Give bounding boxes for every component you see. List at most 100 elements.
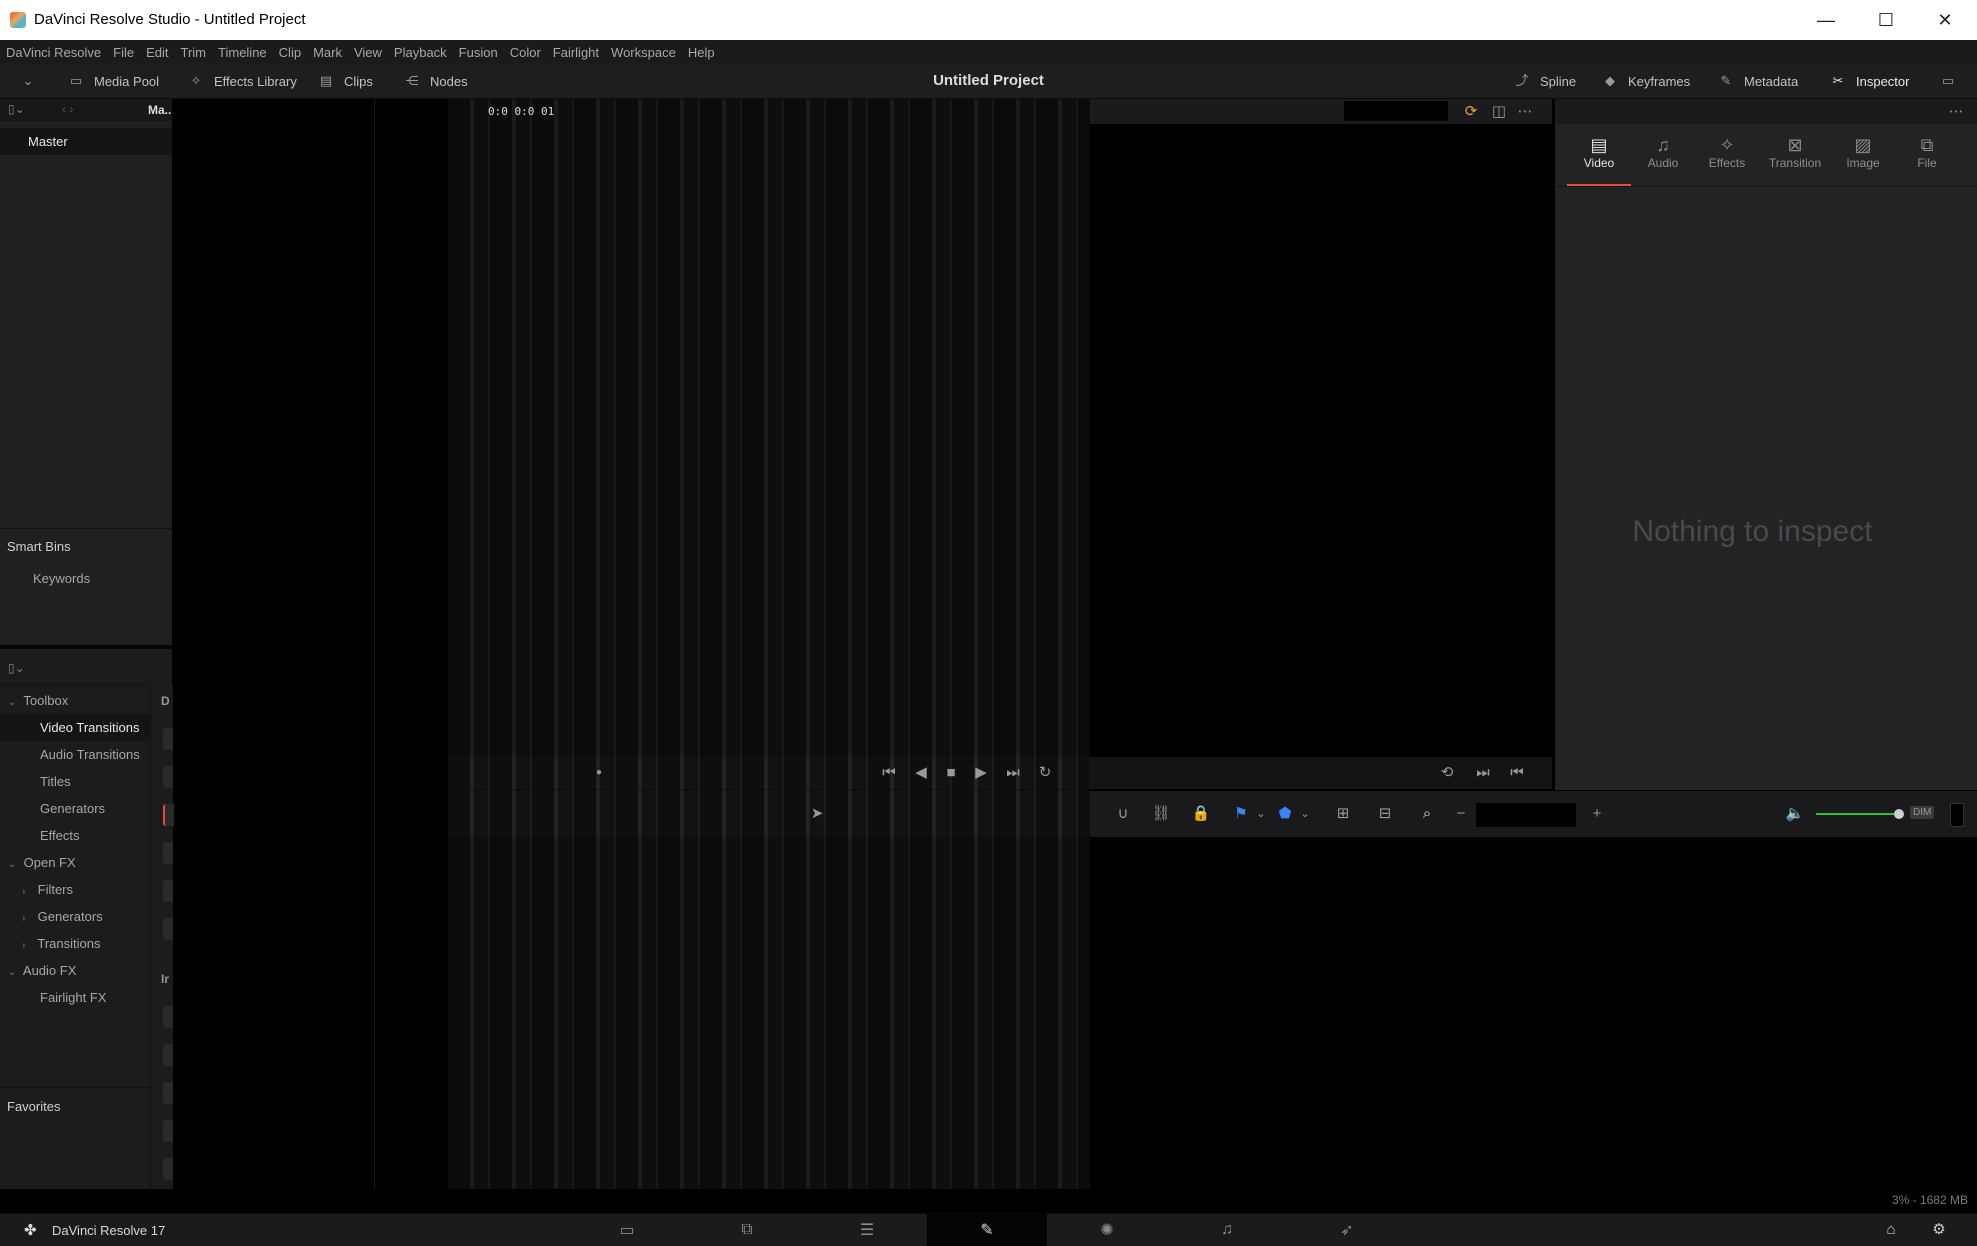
zoom-field[interactable]	[1344, 101, 1448, 121]
link-icon[interactable]: ⛓	[1148, 801, 1174, 827]
keyframes-button[interactable]: ◆ Keyframes	[1600, 64, 1690, 98]
refresh-icon[interactable]: ⟳	[1458, 99, 1484, 125]
zoom-detail-icon[interactable]: ⊟	[1372, 801, 1398, 827]
inspector-button[interactable]: ✂ Inspector	[1828, 64, 1910, 98]
effect-thumb[interactable]	[163, 880, 173, 902]
chevron-down-icon[interactable]: ⌄	[1292, 801, 1318, 827]
menu-help[interactable]: Help	[682, 45, 721, 60]
prev-frame-icon[interactable]: ⏮	[1504, 760, 1530, 786]
tree-filters[interactable]: › Filters	[0, 876, 172, 903]
menu-fairlight[interactable]: Fairlight	[547, 45, 605, 60]
effect-thumb[interactable]	[163, 1044, 173, 1066]
metadata-button[interactable]: ✎ Metadata	[1716, 64, 1799, 98]
more-options-icon[interactable]: ⋯	[1943, 99, 1969, 125]
toolbar-dropdown[interactable]: ⌄	[18, 64, 46, 98]
menu-davinci-resolve[interactable]: DaVinci Resolve	[0, 45, 107, 60]
effects-library-label: Effects Library	[214, 73, 297, 89]
zoom-custom-icon[interactable]: ⌕	[1414, 801, 1440, 827]
pointer-tool-icon[interactable]: ➤	[804, 801, 830, 827]
speaker-icon[interactable]: 🔈	[1782, 801, 1808, 827]
panel-toggle-icon[interactable]: ▯⌄	[8, 661, 25, 675]
media-pool-button[interactable]: ▭ Media Pool	[66, 64, 159, 98]
menu-trim[interactable]: Trim	[175, 45, 213, 60]
gear-icon[interactable]: ⚙	[1926, 1217, 1952, 1243]
effect-thumb[interactable]	[163, 766, 173, 788]
page-edit[interactable]: ☰	[807, 1214, 927, 1246]
tab-transition[interactable]: ⊠ Transition	[1759, 134, 1831, 184]
volume-slider[interactable]	[1816, 813, 1898, 815]
more-options-icon[interactable]: ⋯	[1512, 99, 1538, 125]
effect-thumb[interactable]	[163, 842, 173, 864]
menu-playback[interactable]: Playback	[388, 45, 453, 60]
menu-view[interactable]: View	[348, 45, 388, 60]
snap-icon[interactable]: ∪	[1110, 801, 1136, 827]
maximize-button[interactable]: ☐	[1857, 0, 1915, 40]
effect-thumb[interactable]	[163, 1006, 173, 1028]
film-strip-icon: ▤	[319, 73, 333, 88]
record-dot-icon[interactable]: ●	[586, 760, 612, 786]
clips-button[interactable]: ▤ Clips	[316, 64, 373, 98]
tree-ofx-generators[interactable]: › Generators	[0, 903, 172, 930]
tab-image[interactable]: ▨ Image	[1831, 134, 1895, 184]
panel-toggle-icon[interactable]: ▯⌄	[8, 102, 25, 116]
zoom-full-icon[interactable]: ⊞	[1330, 801, 1356, 827]
page-fusion[interactable]: ✎	[927, 1214, 1047, 1246]
effect-thumb[interactable]	[163, 1120, 173, 1142]
menu-fusion[interactable]: Fusion	[453, 45, 504, 60]
tree-audio-fx[interactable]: ⌄ Audio FX	[0, 957, 158, 984]
nav-arrows-icon[interactable]: ‹ ›	[62, 102, 73, 116]
effects-library-button[interactable]: ✧ Effects Library	[186, 64, 297, 98]
home-icon[interactable]: ⌂	[1878, 1217, 1904, 1243]
chevron-down-icon[interactable]: ⌄	[1248, 801, 1274, 827]
effect-thumb[interactable]	[163, 728, 173, 750]
go-to-start-icon[interactable]: ⏮	[876, 760, 902, 786]
effect-thumb[interactable]	[163, 918, 173, 940]
stop-icon[interactable]: ■	[938, 760, 964, 786]
breadcrumb[interactable]: Ma..	[148, 103, 171, 117]
menu-color[interactable]: Color	[504, 45, 547, 60]
tab-file[interactable]: ⧉ File	[1895, 134, 1959, 184]
loop-mode-icon[interactable]: ⟲	[1434, 760, 1460, 786]
fullscreen-button[interactable]: ▭	[1938, 64, 1966, 98]
nodes-button[interactable]: ⋲ Nodes	[402, 64, 468, 98]
tree-transitions[interactable]: › Transitions	[0, 930, 172, 957]
menu-clip[interactable]: Clip	[273, 45, 307, 60]
tab-audio[interactable]: ♫ Audio	[1631, 134, 1695, 184]
menu-workspace[interactable]: Workspace	[605, 45, 682, 60]
go-to-end-icon[interactable]: ⏭	[1000, 760, 1026, 786]
close-button[interactable]: ✕	[1916, 0, 1974, 40]
minimize-button[interactable]: —	[1797, 0, 1855, 40]
spline-button[interactable]: ⤴ Spline	[1512, 64, 1576, 98]
menu-file[interactable]: File	[107, 45, 140, 60]
loop-icon[interactable]: ↻	[1032, 760, 1058, 786]
bin-master[interactable]: Master	[0, 128, 172, 155]
tab-effects[interactable]: ✧ Effects	[1695, 134, 1759, 184]
page-color[interactable]: ✺	[1047, 1214, 1167, 1246]
panel-splitter[interactable]	[0, 645, 172, 649]
menu-edit[interactable]: Edit	[140, 45, 174, 60]
zoom-in-button[interactable]: +	[1584, 801, 1610, 827]
volume-handle[interactable]	[1894, 809, 1904, 819]
step-back-icon[interactable]: ◀	[908, 760, 934, 786]
tree-video-transitions[interactable]: Video Transitions	[0, 714, 150, 741]
page-media[interactable]: ▭	[567, 1214, 687, 1246]
play-icon[interactable]: ▶	[968, 760, 994, 786]
zoom-slider-field[interactable]	[1476, 803, 1576, 827]
tree-open-fx[interactable]: ⌄ Open FX	[0, 849, 158, 876]
menu-timeline[interactable]: Timeline	[212, 45, 273, 60]
menu-mark[interactable]: Mark	[307, 45, 348, 60]
effect-thumb[interactable]	[163, 1082, 173, 1104]
smart-bin-keywords[interactable]: Keywords	[0, 565, 183, 592]
page-fairlight[interactable]: ♫	[1167, 1214, 1287, 1246]
tree-toolbox[interactable]: ⌄ Toolbox	[0, 687, 158, 714]
split-view-icon[interactable]: ◫	[1486, 99, 1512, 125]
zoom-out-button[interactable]: −	[1448, 801, 1474, 827]
tab-video[interactable]: ▤ Video	[1567, 134, 1631, 186]
lock-icon[interactable]: 🔒	[1188, 801, 1214, 827]
next-frame-icon[interactable]: ⏭	[1470, 760, 1496, 786]
dim-button[interactable]: DIM	[1910, 806, 1935, 819]
media-pool-icon: ▭	[69, 73, 83, 88]
page-deliver[interactable]: ➶	[1287, 1214, 1407, 1246]
effect-thumb[interactable]	[163, 1158, 173, 1180]
page-cut[interactable]: ⧉	[687, 1214, 807, 1246]
